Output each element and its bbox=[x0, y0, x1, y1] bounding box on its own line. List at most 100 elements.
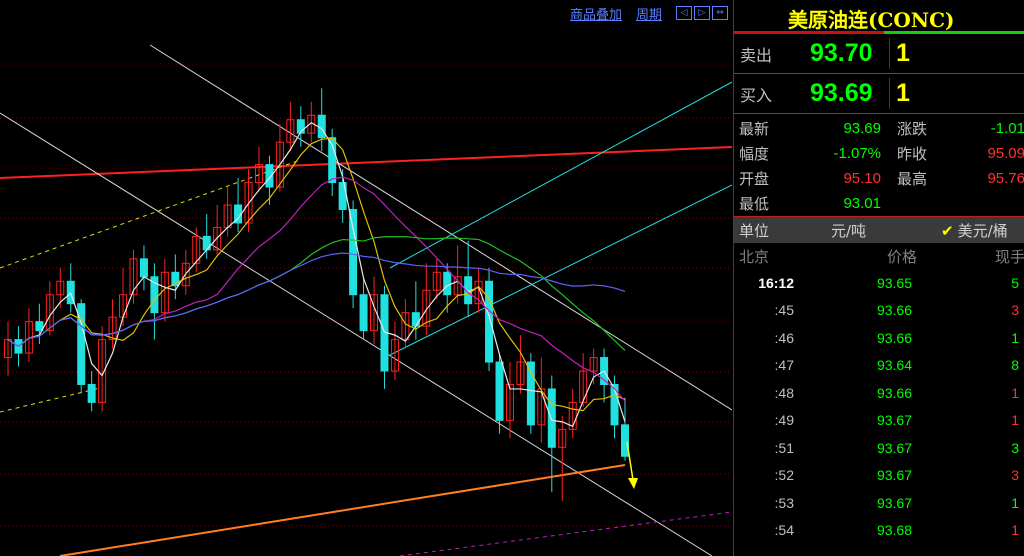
trend-annotations bbox=[626, 441, 638, 489]
stat-label: 最高 bbox=[897, 170, 928, 188]
buy-row: 买入 93.69 1 bbox=[734, 74, 1024, 114]
kline-chart[interactable]: 商品叠加 周期 ◁ ▷ ⇔ bbox=[0, 0, 732, 556]
candle-body bbox=[443, 271, 452, 296]
tick-time: :53 bbox=[774, 494, 794, 511]
stat-label: 最低 bbox=[739, 195, 770, 213]
chart-nav-buttons: ◁ ▷ ⇔ bbox=[676, 6, 728, 20]
buy-qty: 1 bbox=[896, 79, 910, 107]
down-arrow-shaft bbox=[626, 441, 634, 481]
candle-body bbox=[547, 388, 556, 448]
tick-price: 93.66 bbox=[876, 384, 912, 401]
unit-usd-option[interactable]: ✔ 美元/桶 bbox=[941, 220, 1008, 241]
tick-row: :49 93.67 1 bbox=[734, 407, 1024, 435]
candle-body bbox=[495, 361, 504, 421]
tick-time: :54 bbox=[774, 522, 794, 539]
tick-volume: 1 bbox=[1011, 494, 1019, 511]
tick-volume: 1 bbox=[1011, 329, 1019, 346]
tick-price: 93.68 bbox=[876, 522, 912, 539]
stat-value: 95.09 bbox=[987, 145, 1024, 162]
unit-cny-option[interactable]: 元/吨 bbox=[831, 220, 941, 241]
resistance-line bbox=[0, 146, 732, 179]
tick-volume: 3 bbox=[1011, 302, 1019, 319]
quote-title-bar: 美原油连(CONC) bbox=[734, 0, 1024, 34]
tick-price: 93.66 bbox=[876, 329, 912, 346]
orange-support-line bbox=[59, 464, 626, 556]
candle-body bbox=[621, 424, 629, 457]
tick-row: 16:12 93.65 5 bbox=[734, 269, 1024, 297]
tick-head-price: 价格 bbox=[886, 247, 917, 266]
unit-row: 单位 元/吨 ✔ 美元/桶 bbox=[734, 217, 1024, 243]
instrument-name: 美原油连(CONC) bbox=[788, 8, 955, 32]
stat-line: 幅度 -1.07% 昨收 95.09 bbox=[734, 141, 1024, 166]
tick-time: :47 bbox=[774, 357, 794, 374]
tick-price: 93.65 bbox=[876, 274, 912, 291]
row-divider bbox=[889, 38, 890, 69]
tick-price: 93.64 bbox=[876, 357, 912, 374]
tick-volume: 1 bbox=[1011, 384, 1019, 401]
overlay-button[interactable]: 商品叠加 bbox=[570, 4, 622, 23]
stat-value: 95.10 bbox=[843, 170, 881, 187]
tick-row: :51 93.67 3 bbox=[734, 434, 1024, 462]
stat-label: 昨收 bbox=[897, 145, 928, 163]
tick-volume: 3 bbox=[1011, 439, 1019, 456]
rising-channel-upper bbox=[389, 81, 732, 269]
stat-value: -1.07% bbox=[833, 145, 881, 162]
tick-time: :45 bbox=[774, 302, 794, 319]
stat-label: 开盘 bbox=[739, 170, 770, 188]
period-button[interactable]: 周期 bbox=[636, 4, 662, 23]
tick-time: :49 bbox=[774, 412, 794, 429]
stat-value: -1.01 bbox=[990, 120, 1024, 137]
candle-body bbox=[411, 312, 420, 327]
tick-volume: 1 bbox=[1011, 412, 1019, 429]
sell-label: 卖出 bbox=[740, 45, 773, 65]
candle-body bbox=[317, 114, 326, 139]
ma-longer-line bbox=[7, 235, 626, 351]
stat-line: 最新 93.69 涨跌 -1.01 bbox=[734, 116, 1024, 141]
sell-qty: 1 bbox=[896, 39, 910, 67]
stat-value: 93.01 bbox=[843, 195, 881, 212]
tick-head-volume: 现手 bbox=[994, 247, 1024, 266]
candle-body bbox=[87, 383, 96, 403]
tick-time: :52 bbox=[774, 467, 794, 484]
tick-list[interactable]: 16:12 93.65 5:45 93.66 3:46 93.66 1:47 93.64 8:4… bbox=[734, 269, 1024, 544]
tick-row: :47 93.64 8 bbox=[734, 352, 1024, 380]
tick-time: :48 bbox=[774, 384, 794, 401]
tick-price: 93.67 bbox=[876, 467, 912, 484]
sell-row: 卖出 93.70 1 bbox=[734, 34, 1024, 74]
unit-label: 单位 bbox=[739, 221, 770, 240]
stat-line: 开盘 95.10 最高 95.76 bbox=[734, 166, 1024, 191]
tick-time: :46 bbox=[774, 329, 794, 346]
stat-label: 最新 bbox=[739, 120, 770, 138]
buy-price: 93.69 bbox=[810, 79, 873, 107]
tick-volume: 3 bbox=[1011, 467, 1019, 484]
tick-time: 16:12 bbox=[758, 274, 794, 291]
scroll-right-icon[interactable]: ▷ bbox=[694, 6, 710, 20]
tick-row: :53 93.67 1 bbox=[734, 489, 1024, 517]
dashed-magenta-line bbox=[399, 511, 732, 556]
tick-head-time: 北京 bbox=[739, 247, 770, 266]
buy-label: 买入 bbox=[740, 85, 773, 105]
channel-upper-line bbox=[149, 44, 732, 411]
tick-time: :51 bbox=[774, 439, 794, 456]
candle-body bbox=[349, 208, 358, 296]
tick-volume: 5 bbox=[1011, 274, 1019, 291]
candlestick-series bbox=[4, 88, 629, 502]
dashed-channel-lower bbox=[0, 387, 101, 413]
rising-channel-lower bbox=[389, 184, 732, 356]
zoom-icon[interactable]: ⇔ bbox=[712, 6, 728, 20]
row-divider bbox=[889, 78, 890, 109]
sell-price: 93.70 bbox=[810, 39, 873, 67]
tick-table-header: 北京 价格 现手 bbox=[734, 243, 1024, 269]
check-icon: ✔ bbox=[941, 221, 954, 240]
tick-row: :45 93.66 3 bbox=[734, 297, 1024, 325]
tick-volume: 8 bbox=[1011, 357, 1019, 374]
stat-label: 涨跌 bbox=[897, 120, 928, 138]
tick-row: :54 93.68 1 bbox=[734, 517, 1024, 545]
kline-chart-canvas[interactable] bbox=[0, 0, 732, 556]
quote-panel: 美原油连(CONC) 卖出 93.70 1 买入 93.69 1 最新 93.69… bbox=[733, 0, 1024, 556]
tick-price: 93.67 bbox=[876, 494, 912, 511]
candle-body bbox=[35, 321, 44, 332]
scroll-left-icon[interactable]: ◁ bbox=[676, 6, 692, 20]
stat-value: 95.76 bbox=[987, 170, 1024, 187]
candle-body bbox=[359, 294, 368, 332]
